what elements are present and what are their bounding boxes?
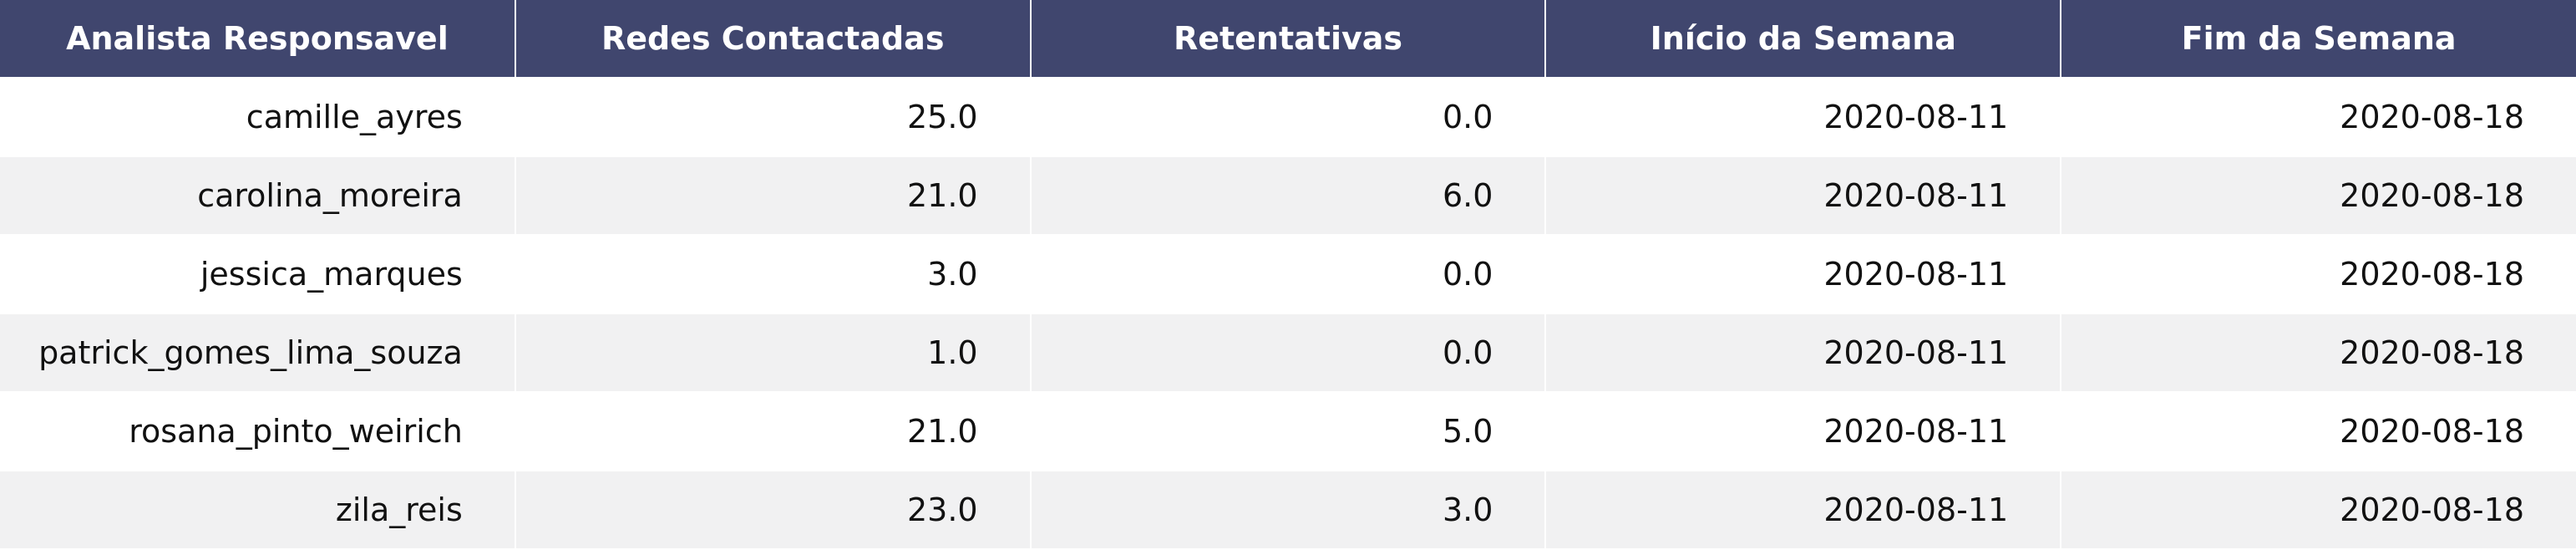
cell-analista: camille_ayres: [0, 78, 516, 157]
column-header-retentativas: Retentativas: [1030, 0, 1547, 79]
cell-inicio: 2020-08-11: [1545, 78, 2062, 157]
data-table-container: Analista Responsavel Redes Contactadas R…: [0, 0, 2576, 550]
cell-fim: 2020-08-18: [2061, 392, 2576, 471]
cell-retentativas: 5.0: [1030, 392, 1547, 471]
table-row: rosana_pinto_weirich 21.0 5.0 2020-08-11…: [0, 392, 2576, 471]
column-header-inicio: Início da Semana: [1545, 0, 2062, 79]
column-header-analista: Analista Responsavel: [0, 0, 516, 79]
cell-fim: 2020-08-18: [2061, 235, 2576, 314]
table-body: camille_ayres 25.0 0.0 2020-08-11 2020-0…: [0, 78, 2576, 550]
cell-redes: 3.0: [515, 235, 1032, 314]
cell-inicio: 2020-08-11: [1545, 156, 2062, 236]
table-header: Analista Responsavel Redes Contactadas R…: [0, 0, 2576, 79]
cell-redes: 23.0: [515, 471, 1032, 550]
table-row: zila_reis 23.0 3.0 2020-08-11 2020-08-18: [0, 471, 2576, 550]
cell-redes: 25.0: [515, 78, 1032, 157]
cell-inicio: 2020-08-11: [1545, 471, 2062, 550]
cell-retentativas: 3.0: [1030, 471, 1547, 550]
cell-retentativas: 0.0: [1030, 78, 1547, 157]
header-row: Analista Responsavel Redes Contactadas R…: [0, 0, 2576, 79]
cell-analista: jessica_marques: [0, 235, 516, 314]
cell-analista: rosana_pinto_weirich: [0, 392, 516, 471]
cell-analista: zila_reis: [0, 471, 516, 550]
cell-inicio: 2020-08-11: [1545, 313, 2062, 393]
cell-analista: carolina_moreira: [0, 156, 516, 236]
cell-redes: 1.0: [515, 313, 1032, 393]
column-header-redes: Redes Contactadas: [515, 0, 1032, 79]
cell-retentativas: 0.0: [1030, 235, 1547, 314]
cell-fim: 2020-08-18: [2061, 78, 2576, 157]
cell-fim: 2020-08-18: [2061, 313, 2576, 393]
cell-analista: patrick_gomes_lima_souza: [0, 313, 516, 393]
table-row: camille_ayres 25.0 0.0 2020-08-11 2020-0…: [0, 78, 2576, 157]
cell-redes: 21.0: [515, 392, 1032, 471]
data-table: Analista Responsavel Redes Contactadas R…: [0, 0, 2576, 550]
cell-redes: 21.0: [515, 156, 1032, 236]
column-header-fim: Fim da Semana: [2061, 0, 2576, 79]
cell-fim: 2020-08-18: [2061, 156, 2576, 236]
table-row: carolina_moreira 21.0 6.0 2020-08-11 202…: [0, 156, 2576, 236]
table-row: jessica_marques 3.0 0.0 2020-08-11 2020-…: [0, 235, 2576, 314]
table-row: patrick_gomes_lima_souza 1.0 0.0 2020-08…: [0, 313, 2576, 393]
cell-retentativas: 0.0: [1030, 313, 1547, 393]
cell-inicio: 2020-08-11: [1545, 392, 2062, 471]
cell-retentativas: 6.0: [1030, 156, 1547, 236]
cell-inicio: 2020-08-11: [1545, 235, 2062, 314]
cell-fim: 2020-08-18: [2061, 471, 2576, 550]
